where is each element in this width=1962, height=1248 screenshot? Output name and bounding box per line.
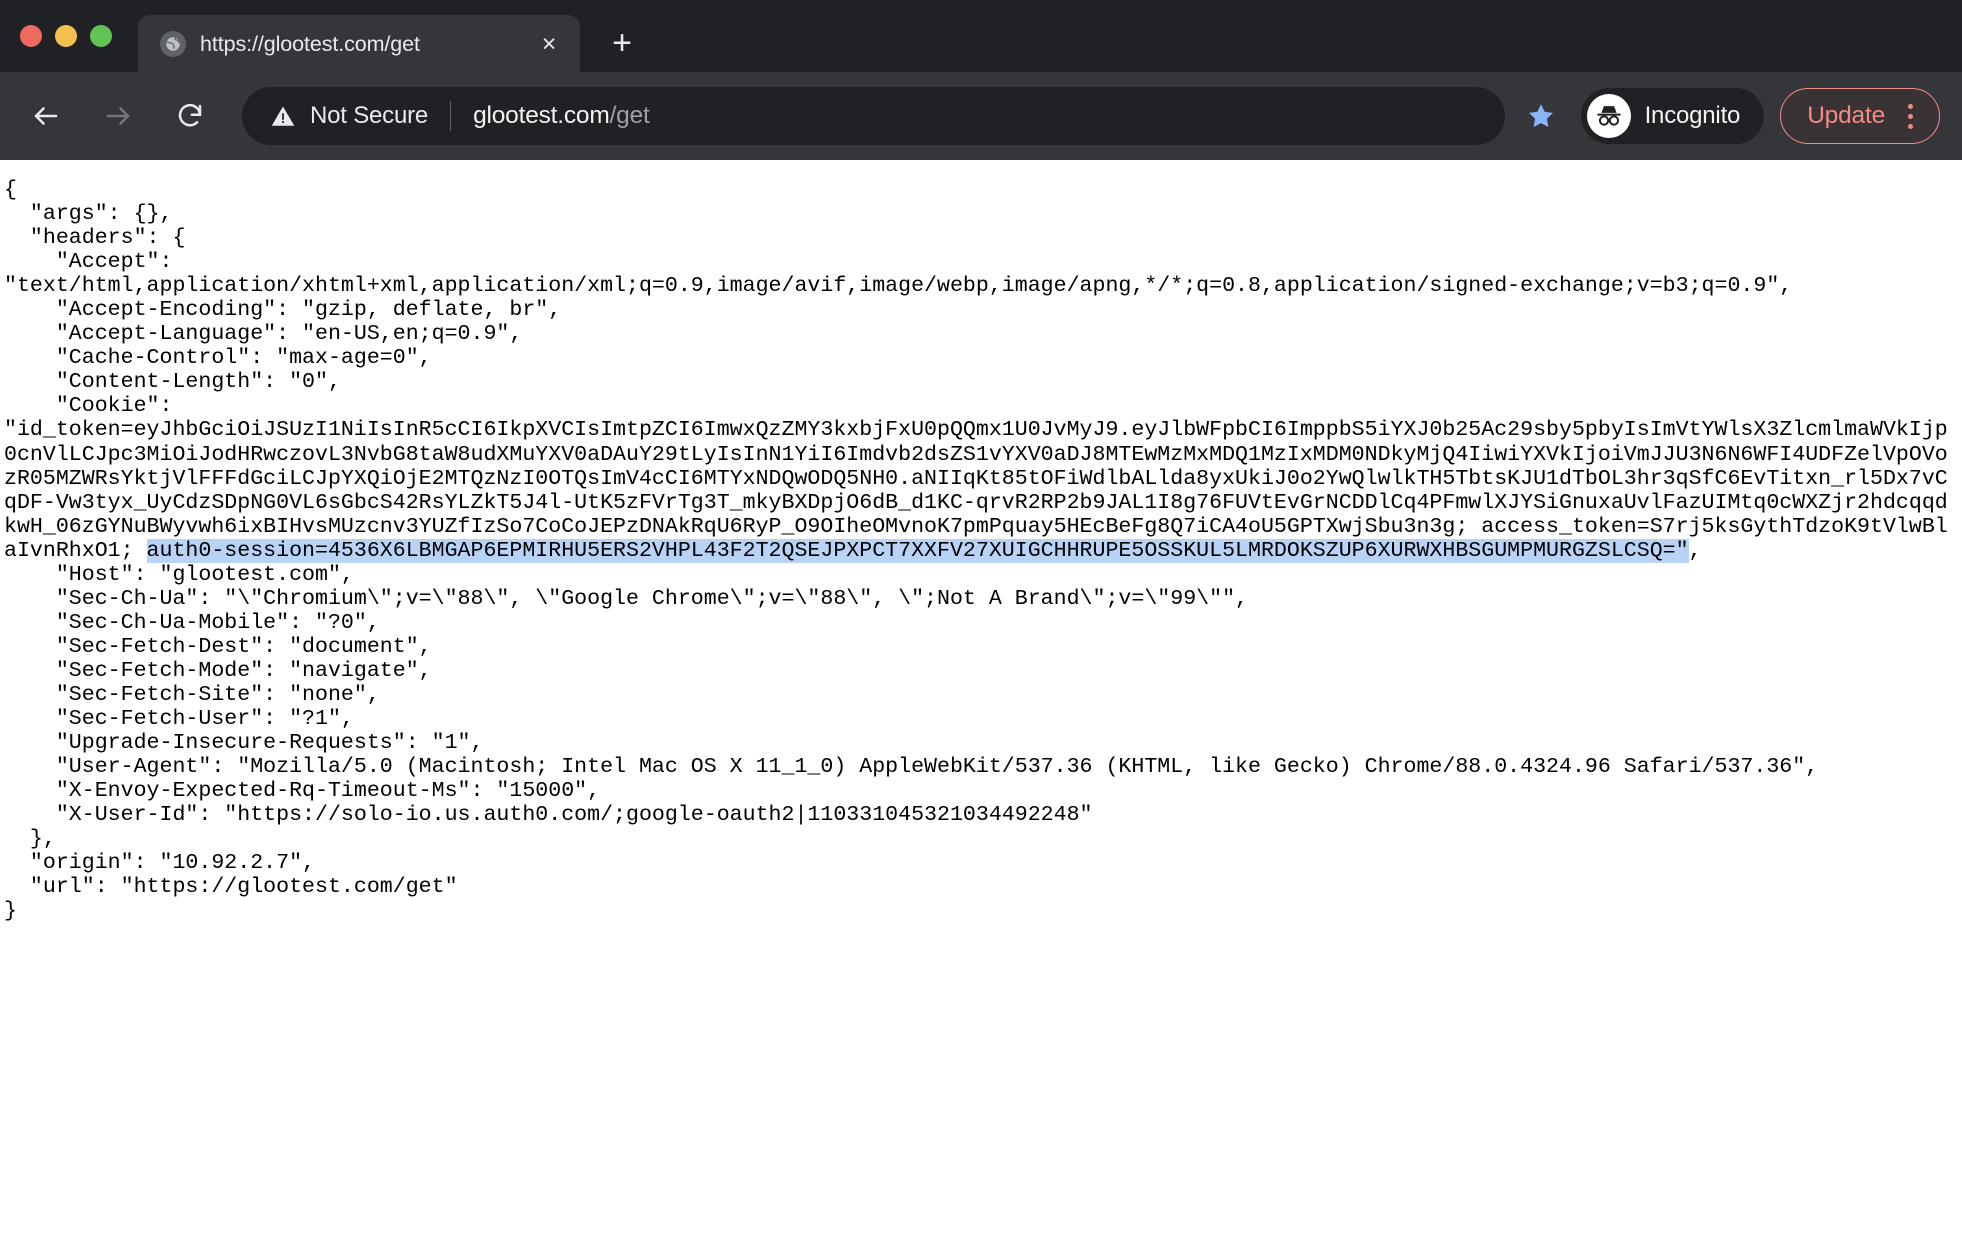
new-tab-button[interactable]: + xyxy=(598,14,646,72)
json-line: "X-User-Id": "https://solo-io.us.auth0.c… xyxy=(4,803,1093,828)
star-icon[interactable] xyxy=(1515,90,1567,142)
update-button[interactable]: Update xyxy=(1780,88,1940,144)
url-path: /get xyxy=(609,102,650,129)
profile-incognito-button[interactable]: Incognito xyxy=(1580,88,1765,144)
browser-window: https://glootest.com/get × + Not Secure … xyxy=(0,0,1962,1248)
json-line: "Content-Length": "0", xyxy=(4,370,341,395)
browser-tab[interactable]: https://glootest.com/get × xyxy=(138,15,580,73)
url-text: glootest.com/get xyxy=(473,102,650,130)
json-line: "Sec-Fetch-Dest": "document", xyxy=(4,634,432,659)
security-status-text: Not Secure xyxy=(310,102,429,129)
browser-toolbar: Not Secure glootest.com/get Incognito Up… xyxy=(0,72,1962,160)
json-line: }, xyxy=(4,827,56,852)
minimize-window-button[interactable] xyxy=(55,25,77,47)
json-line: "Sec-Fetch-Mode": "navigate", xyxy=(4,658,432,683)
address-bar[interactable]: Not Secure glootest.com/get xyxy=(242,87,1505,145)
globe-icon xyxy=(160,31,186,57)
close-window-button[interactable] xyxy=(20,25,42,47)
kebab-menu-icon[interactable] xyxy=(1899,103,1921,129)
json-line: "Accept-Language": "en-US,en;q=0.9", xyxy=(4,322,523,347)
page-content: { "args": {}, "headers": { "Accept": "te… xyxy=(0,160,1962,1248)
json-line: "User-Agent": "Mozilla/5.0 (Macintosh; I… xyxy=(4,755,1819,780)
reload-button[interactable] xyxy=(161,87,219,145)
window-traffic-lights xyxy=(20,0,112,72)
url-host: glootest.com xyxy=(473,102,610,129)
profile-label: Incognito xyxy=(1644,102,1741,129)
cookie-value-suffix: , xyxy=(1688,538,1702,563)
json-line: "Sec-Fetch-User": "?1", xyxy=(4,707,354,732)
json-response-body: { "args": {}, "headers": { "Accept": "te… xyxy=(0,178,1962,923)
incognito-icon xyxy=(1586,94,1631,138)
json-line: "args": {}, xyxy=(4,202,173,227)
forward-button[interactable] xyxy=(89,87,147,145)
json-line: "Sec-Fetch-Site": "none", xyxy=(4,682,380,707)
json-line: "Accept-Encoding": "gzip, deflate, br", xyxy=(4,298,562,323)
update-label: Update xyxy=(1807,102,1885,129)
json-line: "Host": "glootest.com", xyxy=(4,562,354,587)
selected-auth0-session-text[interactable]: auth0-session=4536X6LBMGAP6EPMIRHU5ERS2V… xyxy=(146,538,1689,563)
json-line: "Cookie": xyxy=(4,394,186,419)
omnibox-divider xyxy=(450,101,452,131)
json-line: "headers": { xyxy=(4,226,186,251)
json-line: "Accept": xyxy=(4,250,186,275)
back-button[interactable] xyxy=(17,87,75,145)
warning-triangle-icon xyxy=(270,103,296,129)
tab-strip: https://glootest.com/get × + xyxy=(0,0,1962,73)
maximize-window-button[interactable] xyxy=(90,25,112,47)
json-line: "Sec-Ch-Ua-Mobile": "?0", xyxy=(4,610,380,635)
json-line: } xyxy=(4,899,17,924)
json-line: "Cache-Control": "max-age=0", xyxy=(4,346,432,371)
json-line: "X-Envoy-Expected-Rq-Timeout-Ms": "15000… xyxy=(4,779,601,804)
json-line: "Sec-Ch-Ua": "\"Chromium\";v=\"88\", \"G… xyxy=(4,586,1249,611)
json-line: { xyxy=(4,178,17,202)
json-line: "url": "https://glootest.com/get" xyxy=(4,875,458,900)
close-tab-button[interactable]: × xyxy=(534,29,564,59)
json-line: "text/html,application/xhtml+xml,applica… xyxy=(4,274,1793,299)
json-line: "origin": "10.92.2.7", xyxy=(4,851,316,876)
tab-title: https://glootest.com/get xyxy=(200,31,420,56)
json-line: "Upgrade-Insecure-Requests": "1", xyxy=(4,731,484,756)
